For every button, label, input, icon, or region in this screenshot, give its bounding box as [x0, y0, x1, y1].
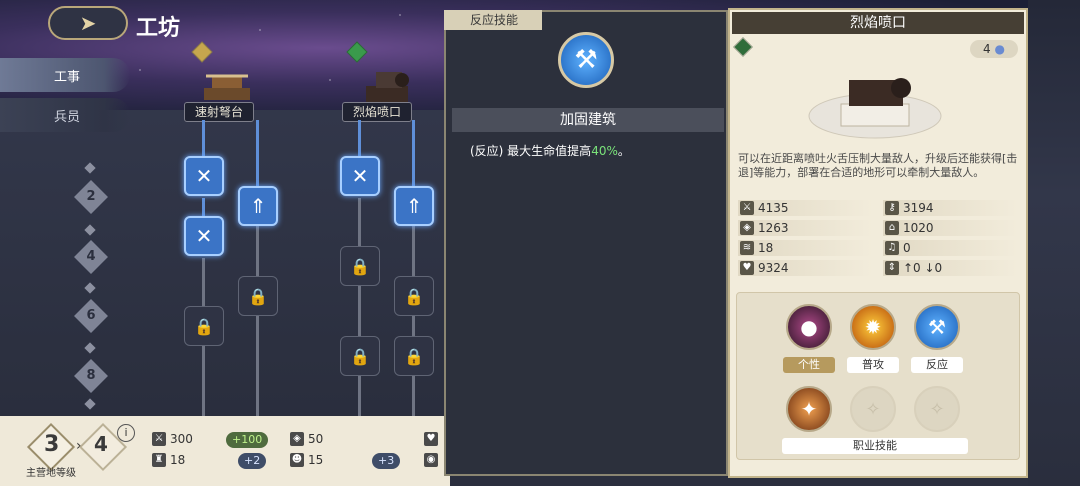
- branch-line: [256, 226, 259, 418]
- level-marker: 6: [74, 299, 108, 333]
- crossed-swords-icon: ✕: [195, 164, 213, 188]
- level-marker: 4: [74, 240, 108, 274]
- branch-line: [358, 120, 361, 158]
- branch-line: [412, 120, 415, 186]
- tab-troops[interactable]: 兵员: [0, 98, 130, 132]
- eye-icon: ◉: [424, 453, 438, 467]
- skill-label-trait[interactable]: 个性: [783, 357, 835, 373]
- hammer-cube-icon: ⚒: [558, 32, 614, 88]
- crossed-swords-icon: ✕: [351, 164, 369, 188]
- stat-hp: ♥ 9324: [738, 260, 873, 276]
- stat-defense: ◈ 1263: [738, 220, 873, 236]
- level-caption: 主营地等级: [26, 468, 76, 479]
- boot-icon: ⌂: [885, 221, 899, 235]
- popup-tag: 反应技能: [444, 10, 542, 30]
- lock-icon: 🔒: [404, 286, 424, 306]
- skill-node-locked[interactable]: 🔒: [340, 336, 380, 376]
- arrows-icon: ⇕: [885, 261, 899, 275]
- shield-icon: ◈: [290, 432, 304, 446]
- next-level: 4: [94, 432, 108, 456]
- current-level: 3: [44, 432, 60, 457]
- coin-icon: ●: [994, 42, 1005, 56]
- branch-line: [412, 226, 415, 418]
- stat-arrows: ⇕ ↑0 ↓0: [883, 260, 1018, 276]
- crossbow-tower-image[interactable]: [198, 62, 256, 106]
- job-skill-label: 职业技能: [782, 438, 968, 454]
- skill-label-reaction[interactable]: 反应: [911, 357, 963, 373]
- popup-description: (反应) 最大生命值提高40%。: [470, 144, 630, 158]
- lock-icon: 🔒: [248, 286, 268, 306]
- tower-preview-image: [805, 70, 945, 140]
- popup-skill-name: 加固建筑: [452, 108, 724, 132]
- pawn-icon: ♜: [152, 453, 166, 467]
- skill-label-attack[interactable]: 普攻: [847, 357, 899, 373]
- tower-label-crossbow: 速射弩台: [184, 102, 255, 122]
- stat-attack: ⚔ 300: [152, 432, 193, 446]
- empty-skill-slot: ✧: [850, 386, 896, 432]
- stat-wing: ≋ 18: [738, 240, 873, 256]
- sword-icon: ⚔: [152, 432, 166, 446]
- stat-attack: ⚔ 4135: [738, 200, 873, 216]
- wing-icon: ≋: [740, 241, 754, 255]
- branch-line: [256, 120, 259, 186]
- cost-badge: 4 ●: [970, 40, 1018, 58]
- heart-icon: ♥: [424, 432, 438, 446]
- level-marker: 8: [74, 359, 108, 393]
- attack-bonus: +100: [226, 432, 269, 448]
- stat-speed: ⌂ 1020: [883, 220, 1018, 236]
- key-icon: ⚷: [885, 201, 899, 215]
- lock-icon: 🔒: [404, 346, 424, 366]
- right-edge-background: [1028, 0, 1080, 486]
- tab-works[interactable]: 工事: [0, 58, 130, 92]
- stat-bell: ♫ 0: [883, 240, 1018, 256]
- wing-arrow-icon: ⇑: [405, 194, 423, 218]
- stat-defense: ◈ 50: [290, 432, 323, 446]
- skill-node-locked[interactable]: 🔒: [394, 276, 434, 316]
- tower-label-flame: 烈焰喷口: [342, 102, 413, 122]
- bomb-skill-icon[interactable]: ●: [786, 304, 832, 350]
- shield-icon: ◈: [740, 221, 754, 235]
- stat-deploy: ♜ 18: [152, 453, 185, 467]
- skill-node-locked[interactable]: 🔒: [238, 276, 278, 316]
- fire-skill-icon[interactable]: ✹: [850, 304, 896, 350]
- tower-description: 可以在近距离喷吐火舌压制大量敌人，升级后还能获得[击退]等能力，部署在合适的地形…: [738, 152, 1018, 179]
- stat-key: ⚷ 3194: [883, 200, 1018, 216]
- page-title: 工坊: [136, 16, 181, 41]
- info-icon[interactable]: i: [117, 424, 135, 442]
- skill-node-active[interactable]: ✕: [340, 156, 380, 196]
- skill-node-active[interactable]: ⇑: [238, 186, 278, 226]
- lock-icon: 🔒: [350, 346, 370, 366]
- skill-node-active[interactable]: ⇑: [394, 186, 434, 226]
- stat-population: ☻ 15: [290, 453, 324, 467]
- skill-node-locked[interactable]: 🔒: [340, 246, 380, 286]
- back-button[interactable]: ➤: [48, 6, 128, 40]
- flame-tower-image[interactable]: [358, 62, 416, 106]
- skill-node-active[interactable]: ✕: [184, 156, 224, 196]
- heart-icon: ♥: [740, 261, 754, 275]
- branch-line: [202, 198, 205, 216]
- tower-stats: ⚔ 4135 ⚷ 3194 ◈ 1263 ⌂ 1020 ≋ 18 ♫ 0 ♥ 9324 ⇕ ↑0…: [738, 200, 1018, 276]
- person-icon: ☻: [290, 453, 304, 467]
- arrow-back-icon: ➤: [79, 11, 97, 35]
- skill-node-active[interactable]: ✕: [184, 216, 224, 256]
- branch-line: [358, 198, 361, 418]
- hammer-cube-icon[interactable]: ⚒: [914, 304, 960, 350]
- deploy-bonus: +2: [238, 453, 267, 469]
- empty-skill-slot: ✧: [914, 386, 960, 432]
- sword-icon: ⚔: [740, 201, 754, 215]
- lock-icon: 🔒: [194, 316, 214, 336]
- bell-icon: ♫: [885, 241, 899, 255]
- skill-node-locked[interactable]: 🔒: [394, 336, 434, 376]
- tree-background: [0, 110, 450, 420]
- branch-line: [202, 120, 205, 158]
- level-marker: 2: [74, 180, 108, 214]
- population-bonus: +3: [372, 453, 401, 469]
- job-skill-icon[interactable]: ✦: [786, 386, 832, 432]
- lock-icon: 🔒: [350, 256, 370, 276]
- wing-arrow-icon: ⇑: [249, 194, 267, 218]
- crossed-swords-icon: ✕: [195, 224, 213, 248]
- detail-title: 烈焰喷口: [732, 12, 1024, 34]
- skill-node-locked[interactable]: 🔒: [184, 306, 224, 346]
